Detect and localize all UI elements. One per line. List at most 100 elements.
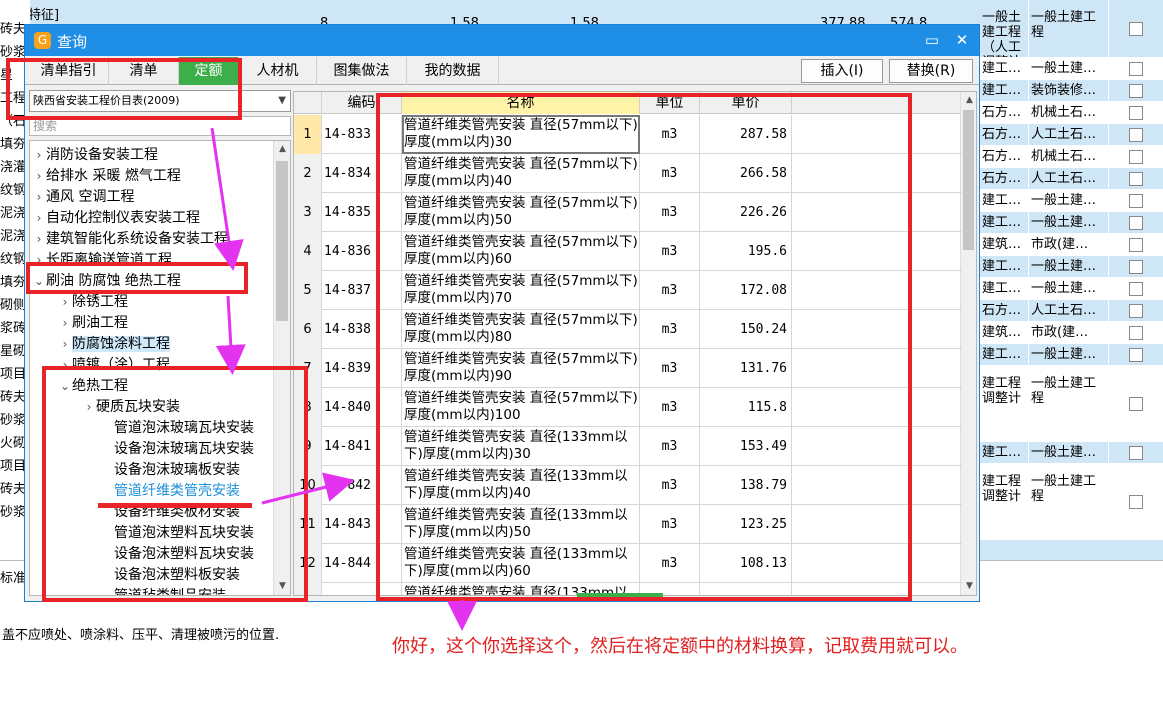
minimize-icon[interactable]: ▭: [921, 29, 943, 51]
tree-node[interactable]: › 消防设备安装工程: [32, 145, 158, 166]
chevron-right-icon[interactable]: ›: [32, 145, 46, 166]
row-checkbox[interactable]: [1129, 193, 1143, 208]
scroll-down-icon[interactable]: ▼: [961, 578, 976, 595]
tab-my-data[interactable]: 我的数据: [407, 57, 499, 85]
grid-scroll-thumb[interactable]: [963, 110, 974, 250]
bg-table-row: 一般土建工程（人工调整计一般土建工程: [980, 0, 1163, 58]
row-checkbox[interactable]: [1129, 281, 1143, 296]
scroll-up-icon[interactable]: ▲: [961, 92, 976, 109]
app-logo-icon: G: [34, 32, 51, 49]
row-checkbox[interactable]: [1129, 21, 1143, 36]
bg-cell-fee-type: 一般土建工程（人工调整计: [982, 10, 1022, 57]
scroll-up-icon[interactable]: ▲: [274, 141, 290, 158]
bg-cell-discipline: 人工土石…: [1028, 124, 1108, 145]
row-checkbox[interactable]: [1129, 303, 1143, 318]
bg-cell-check: [1108, 234, 1163, 255]
bg-top-number: 377.88: [820, 16, 866, 24]
bg-table-row: 建工程调整计 一般土建工程: [980, 464, 1163, 540]
tree-node-label: 消防设备安装工程: [46, 147, 158, 163]
bg-table-row: 建工… 一般土建…: [980, 278, 1163, 300]
bg-cell-fee-type: 建工…: [982, 61, 1022, 76]
bg-cell-check: [1108, 168, 1163, 189]
tree-node[interactable]: › 自动化控制仪表安装工程: [32, 208, 200, 229]
bg-right-columns: 一般土建工程（人工调整计一般土建工程建工…一般土建…建工…装饰装修…石方…机械土…: [980, 0, 1163, 560]
bg-table-row: 建工… 一般土建…: [980, 442, 1163, 464]
close-icon[interactable]: ✕: [951, 29, 973, 51]
bg-cell-fee-type: 石方…: [982, 149, 1022, 164]
bg-cell-fee-type: 建工…: [982, 347, 1022, 362]
tab-atlas[interactable]: 图集做法: [317, 57, 407, 85]
row-checkbox[interactable]: [1129, 171, 1143, 186]
chevron-right-icon[interactable]: ›: [32, 208, 46, 229]
bg-top-number: 8: [320, 16, 329, 24]
row-checkbox[interactable]: [1129, 237, 1143, 252]
row-checkbox[interactable]: [1129, 83, 1143, 98]
dialog-titlebar[interactable]: G 查询 ▭ ✕: [25, 25, 979, 56]
tree-node[interactable]: › 防腐蚀涂料工程: [58, 334, 170, 355]
bg-table-row: 建工… 装饰装修…: [980, 80, 1163, 102]
bg-cell-fee-type: 建工…: [982, 281, 1022, 296]
bg-cell-discipline: 市政(建…: [1028, 234, 1108, 255]
bg-cell-discipline: 一般土建工程: [1028, 366, 1108, 441]
bg-cell-check: [1108, 278, 1163, 299]
bg-table-row: 建工… 一般土建…: [980, 344, 1163, 366]
annotation-box-paint-category: [26, 262, 248, 294]
chevron-right-icon[interactable]: ›: [58, 292, 72, 313]
bg-cell-discipline: 一般土建…: [1028, 256, 1108, 277]
chevron-right-icon[interactable]: ›: [32, 229, 46, 250]
grid-scrollbar[interactable]: ▲ ▼: [960, 92, 976, 595]
bg-cell-fee-type: 石方…: [982, 105, 1022, 120]
bg-cell-fee-type: 建工…: [982, 445, 1022, 460]
bg-cell-fee-type: 建筑…: [982, 237, 1022, 252]
row-checkbox[interactable]: [1129, 494, 1143, 509]
row-checkbox[interactable]: [1129, 215, 1143, 230]
tab-labor-material[interactable]: 人材机: [239, 57, 317, 85]
header-index: [294, 92, 322, 114]
tree-node[interactable]: › 刷油工程: [58, 313, 128, 334]
tree-node-label: 防腐蚀涂料工程: [72, 336, 170, 352]
tree-node[interactable]: › 通风 空调工程: [32, 187, 135, 208]
bg-cell-fee-type: 石方…: [982, 127, 1022, 142]
row-index: 3: [294, 193, 322, 232]
bg-cell-discipline: 装饰装修…: [1028, 80, 1108, 101]
bg-cell-check: [1108, 80, 1163, 101]
bg-table-row: 石方… 人工土石…: [980, 168, 1163, 190]
chevron-right-icon[interactable]: ›: [58, 313, 72, 334]
row-checkbox[interactable]: [1129, 325, 1143, 340]
bg-cell-fee-type: 石方…: [982, 171, 1022, 186]
bg-table-row: 建工… 一般土建…: [980, 190, 1163, 212]
tree-node[interactable]: › 建筑智能化系统设备安装工程: [32, 229, 228, 250]
chevron-right-icon[interactable]: ›: [58, 334, 72, 355]
chevron-right-icon[interactable]: ›: [32, 187, 46, 208]
row-checkbox[interactable]: [1129, 445, 1143, 460]
bg-cell-discipline: 一般土建…: [1028, 190, 1108, 211]
row-checkbox[interactable]: [1129, 347, 1143, 362]
chevron-right-icon[interactable]: ›: [32, 166, 46, 187]
row-checkbox[interactable]: [1129, 61, 1143, 76]
tree-node-label: 自动化控制仪表安装工程: [46, 210, 200, 226]
bg-table-row: 建筑… 市政(建…: [980, 234, 1163, 256]
bg-cell-fee-type: 建工…: [982, 215, 1022, 230]
bg-cell-discipline: 一般土建…: [1028, 58, 1108, 79]
bg-cell-discipline: 一般土建…: [1028, 278, 1108, 299]
insert-button[interactable]: 插入(I): [801, 59, 883, 83]
tree-node[interactable]: › 除锈工程: [58, 292, 128, 313]
bg-cell-discipline: 一般土建工程: [1028, 464, 1108, 539]
row-checkbox[interactable]: [1129, 149, 1143, 164]
bg-cell-check: [1108, 190, 1163, 211]
bg-cell-discipline: 一般土建…: [1028, 442, 1108, 463]
dialog-title: 查询: [57, 33, 88, 51]
bg-top-number: 1.58: [570, 16, 599, 24]
row-checkbox[interactable]: [1129, 105, 1143, 120]
annotation-box-insulation: [42, 366, 308, 602]
bg-table-row: 建工程调整计 一般土建工程: [980, 366, 1163, 442]
annotation-hint-text: 你好，这个你选择这个，然后在将定额中的材料换算，记取费用就可以。: [392, 636, 968, 657]
bg-cell-check: [1108, 256, 1163, 277]
row-checkbox[interactable]: [1129, 396, 1143, 411]
tree-scroll-thumb[interactable]: [276, 161, 288, 321]
replace-button[interactable]: 替换(R): [889, 59, 973, 83]
bg-bottom-tab[interactable]: 标准: [0, 567, 26, 586]
row-checkbox[interactable]: [1129, 259, 1143, 274]
row-checkbox[interactable]: [1129, 127, 1143, 142]
tree-node[interactable]: › 给排水 采暖 燃气工程: [32, 166, 181, 187]
